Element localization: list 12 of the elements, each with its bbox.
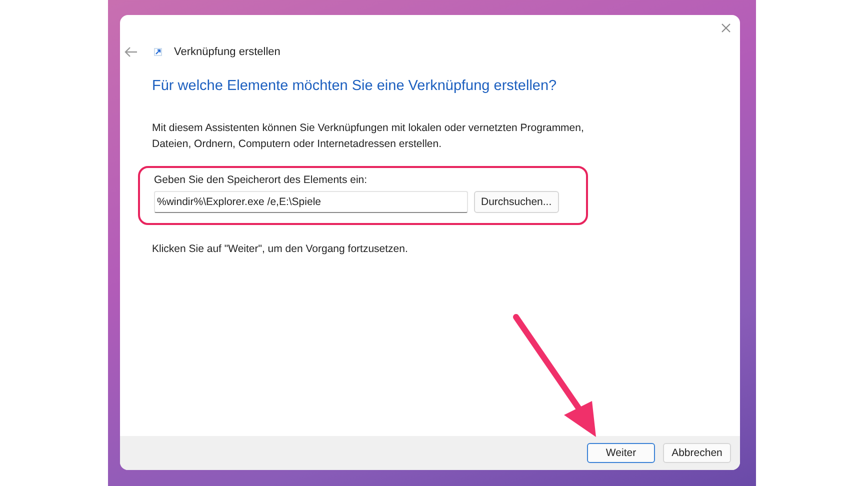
location-label: Geben Sie den Speicherort des Elements ein: <box>154 174 368 186</box>
wizard-heading: Für welche Elemente möchten Sie eine Verknüpfung erstellen? <box>152 78 558 94</box>
next-button[interactable]: Weiter <box>587 443 655 463</box>
shortcut-icon <box>154 48 162 56</box>
browse-button[interactable]: Durchsuchen... <box>474 191 559 213</box>
window-title: Verknüpfung erstellen <box>174 46 280 58</box>
hint-text: Klicken Sie auf "Weiter", um den Vorgang fortzusetzen. <box>152 243 409 255</box>
intro-text: Mit diesem Assistenten können Sie Verknüpfungen mit lokalen oder vernetzten Programmen, Dateien, Ordnern, Computern oder Internetadressen erstellen. <box>152 121 585 152</box>
close-icon[interactable] <box>721 23 731 33</box>
location-field[interactable]: %windir%\Explorer.exe /e,E:\Spiele <box>154 191 468 213</box>
cancel-button[interactable]: Abbrechen <box>663 443 731 463</box>
back-arrow-icon[interactable] <box>124 46 138 58</box>
